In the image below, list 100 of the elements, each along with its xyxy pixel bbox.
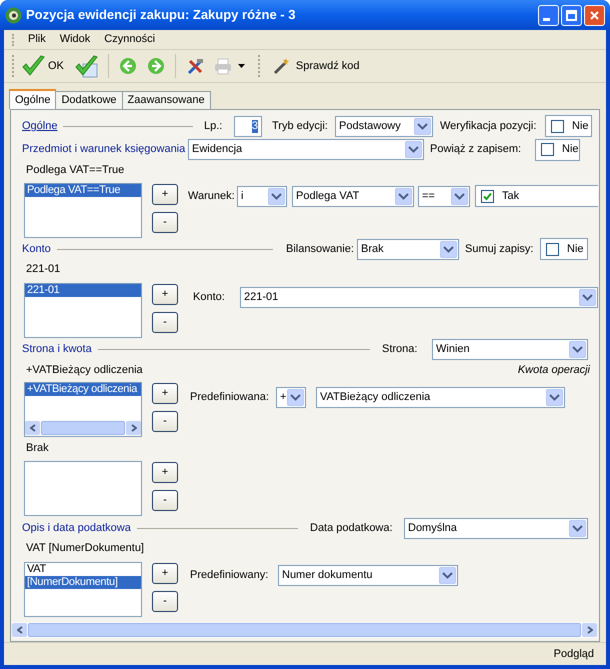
chevron-down-icon [408, 146, 419, 153]
list-button[interactable]: - [152, 411, 178, 432]
list-button[interactable]: + [152, 184, 178, 205]
field-note: Kwota operacji [518, 362, 590, 378]
tab[interactable]: Ogólne [9, 89, 56, 109]
dropdown-arrow-icon [238, 64, 245, 68]
field-label: Warunek: [188, 188, 236, 204]
checkmark-icon [483, 192, 492, 200]
chevron-down-icon [572, 346, 583, 352]
chevron-down-icon [398, 192, 409, 200]
list-box[interactable]: 221-01 [24, 283, 142, 338]
chevron-down-icon [442, 572, 453, 578]
field-label: Predefiniowany: [190, 568, 270, 583]
minimize-button[interactable] [538, 4, 559, 26]
list-item[interactable]: [NumerDokumentu] [25, 576, 141, 589]
number-field[interactable]: 3 [234, 116, 262, 136]
list-button[interactable]: - [152, 312, 178, 333]
field-label: Sumuj zapisy: [465, 242, 534, 257]
chevron-down-icon [271, 192, 282, 200]
app-icon [5, 6, 22, 24]
close-icon [590, 10, 599, 20]
dropdown[interactable]: + [276, 386, 306, 408]
checkmark-icon [21, 54, 45, 78]
field-label: +VATBieżący odliczenia [26, 362, 143, 378]
dropdown[interactable]: Podstawowy [335, 116, 433, 136]
field-label: 221-01 [26, 262, 60, 277]
dropdown[interactable]: == [418, 186, 470, 206]
dropdown[interactable]: VATBieżący odliczenia [316, 386, 565, 408]
list-button[interactable]: - [152, 591, 178, 612]
ok-button[interactable]: OK [18, 52, 67, 80]
list-item[interactable]: Podlega VAT==True [25, 184, 141, 197]
chevron-down-icon [417, 122, 428, 130]
dropdown[interactable]: 221-01 [240, 286, 598, 308]
minimize-icon [542, 18, 550, 20]
tab[interactable]: Dodatkowe [55, 91, 123, 109]
dropdown[interactable]: i [237, 186, 287, 206]
checkbox[interactable]: Nie [540, 238, 588, 260]
section-heading: Konto [22, 242, 51, 257]
checkmark-document-icon [74, 54, 98, 78]
status-text: Podgląd [554, 646, 594, 662]
list-button[interactable]: + [152, 462, 178, 483]
dropdown[interactable]: Domyślna [404, 518, 588, 538]
section-heading: Opis i data podatkowa [22, 520, 131, 536]
list-button[interactable]: + [152, 284, 178, 305]
field-label: VAT [NumerDokumentu] [26, 540, 144, 556]
chevron-down-icon [582, 294, 593, 300]
check-code-button[interactable]: Sprawdź kod [270, 53, 362, 79]
section-heading: Strona i kwota [22, 342, 92, 357]
field-label: Predefiniowana: [190, 390, 270, 405]
section-heading: Przedmiot i warunek księgowania [22, 142, 186, 158]
forward-icon [146, 57, 165, 75]
checkbox[interactable]: Tak [475, 185, 598, 207]
field-label: Powiąż z zapisem: [430, 142, 522, 158]
chevron-down-icon [454, 192, 465, 200]
maximize-button[interactable] [561, 4, 582, 26]
field-label: Podlega VAT==True [26, 162, 124, 178]
section-heading: Ogólne [22, 118, 58, 134]
checkbox[interactable]: Nie [545, 115, 592, 137]
list-button[interactable]: - [152, 212, 178, 233]
list-item[interactable]: +VATBieżący odliczenia [25, 383, 141, 396]
tools-icon [186, 57, 204, 75]
list-item[interactable]: 221-01 [25, 284, 141, 297]
checkbox[interactable]: Nie [535, 138, 580, 160]
list-item[interactable]: VAT [25, 563, 141, 576]
tab[interactable]: Zaawansowane [122, 91, 211, 109]
printer-icon [214, 57, 232, 75]
menu-item[interactable]: Widok [60, 31, 90, 48]
menu-item[interactable]: Plik [28, 31, 46, 48]
list-box[interactable]: +VATBieżący odliczenia [24, 382, 142, 437]
field-label: Strona: [382, 342, 418, 357]
field-label: Lp.: [204, 118, 224, 134]
field-label: Brak [26, 440, 49, 456]
dropdown[interactable]: Podlega VAT [292, 186, 414, 206]
field-label: Weryfikacja pozycji: [440, 118, 538, 134]
chevron-down-icon [443, 246, 454, 252]
list-button[interactable]: - [152, 490, 178, 511]
magic-wand-icon [272, 57, 291, 75]
list-box[interactable]: Podlega VAT==True [24, 183, 142, 238]
list-button[interactable]: + [152, 383, 178, 404]
list-box[interactable]: VAT [NumerDokumentu] [24, 562, 142, 617]
list-button[interactable]: + [152, 563, 178, 584]
horizontal-scrollbar[interactable] [25, 420, 141, 436]
menu-item[interactable]: Czynności [104, 31, 156, 48]
chevron-down-icon [549, 394, 560, 400]
list-box[interactable] [24, 461, 142, 516]
window-title: Pozycja ewidencji zakupu: Zakupy różne - 3 [26, 6, 296, 24]
dropdown[interactable]: Ewidencja [188, 139, 424, 160]
chevron-down-icon [290, 394, 302, 400]
field-label: Bilansowanie: [286, 242, 355, 257]
chevron-down-icon [572, 524, 583, 532]
dropdown[interactable]: Brak [357, 238, 459, 260]
close-button[interactable] [584, 4, 605, 26]
field-label: Konto: [193, 290, 226, 305]
dropdown[interactable]: Numer dokumentu [278, 564, 458, 586]
maximize-icon [566, 10, 577, 20]
horizontal-scrollbar[interactable] [12, 622, 597, 638]
field-label: Tryb edycji: [272, 118, 329, 134]
field-label: Data podatkowa: [310, 520, 394, 536]
dropdown[interactable]: Winien [432, 338, 588, 360]
back-icon [118, 57, 137, 75]
